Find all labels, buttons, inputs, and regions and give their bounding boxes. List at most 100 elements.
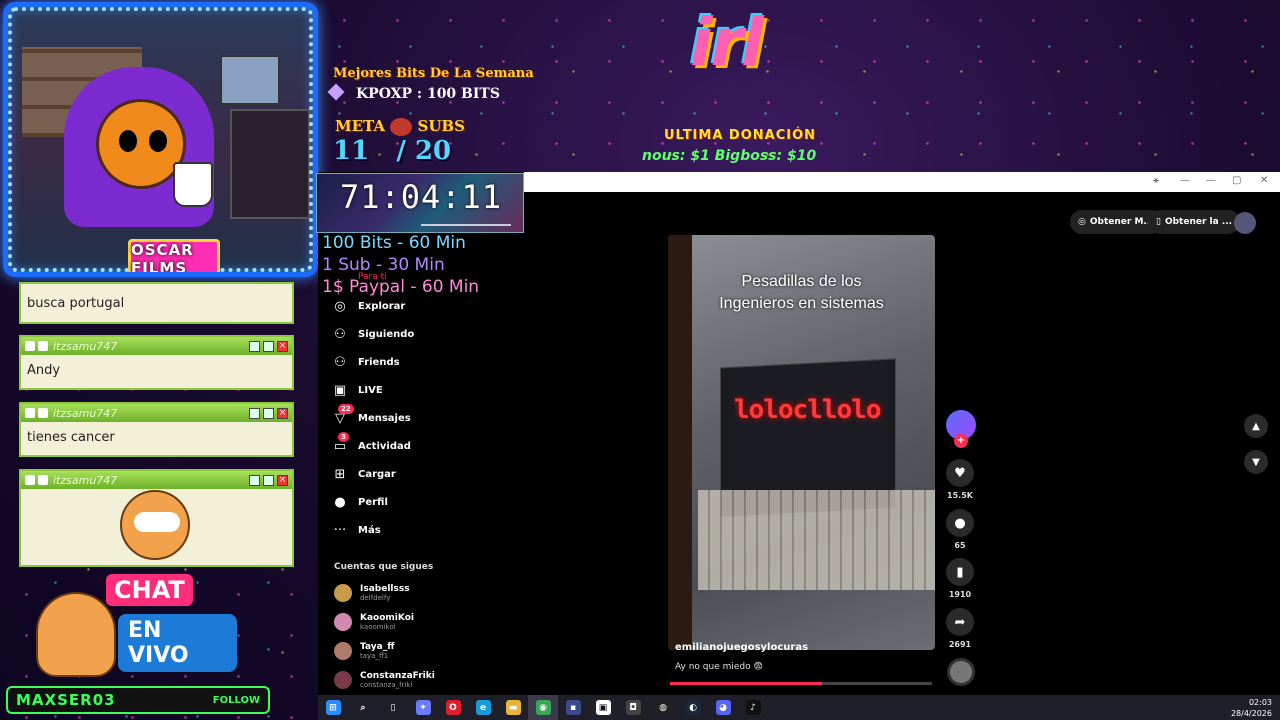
previous-video-button[interactable]: ▲: [1244, 414, 1268, 438]
app-icon: ▪: [565, 700, 581, 715]
comment-icon[interactable]: ●: [946, 509, 974, 537]
taskbar-discord[interactable]: ◕: [708, 695, 738, 720]
chat-en-vivo-badge: CHAT EN VIVO: [32, 572, 237, 682]
clock[interactable]: 02:03 28/4/2026: [1231, 697, 1272, 719]
video-progress[interactable]: [670, 682, 932, 685]
character-icon: [36, 592, 116, 677]
follow-banner: MAXSER03 FOLLOW: [6, 686, 270, 714]
sidebar-item-actividad[interactable]: ▭ 3 Actividad: [332, 432, 411, 456]
streamer-name: MAXSER03: [16, 691, 116, 709]
window-menu-icon[interactable]: —: [1180, 175, 1190, 186]
taskbar-windows[interactable]: ⊞: [318, 695, 348, 720]
maximize-icon: [263, 407, 274, 419]
subathon-timer: 71:04:11: [316, 173, 524, 233]
activity-icon: ▭ 3: [332, 432, 349, 454]
sidebar-item-label: Cargar: [358, 468, 396, 480]
profile-icon: ●: [334, 494, 346, 510]
sidebar-item-friends[interactable]: ⚇ Friends: [332, 352, 399, 372]
taskbar-obs[interactable]: ◍: [648, 695, 678, 720]
music-disc[interactable]: [947, 658, 975, 686]
sidebar-item-perfil[interactable]: ● Perfil: [332, 492, 388, 512]
taskbar-task-view[interactable]: ▯: [378, 695, 408, 720]
sidebar-item-explorar[interactable]: ◎ Explorar: [332, 296, 405, 316]
account-handle: constanza_friki: [360, 681, 413, 689]
following-icon: ⚇: [334, 326, 346, 342]
emote-icon: [120, 490, 190, 560]
task-view-icon: ▯: [390, 702, 396, 713]
badge-icon: [38, 408, 48, 418]
taskbar-vr[interactable]: ◘: [618, 695, 648, 720]
taskbar-copilot[interactable]: ✦: [408, 695, 438, 720]
badge-icon: [38, 475, 48, 485]
taskbar-app[interactable]: ▪: [558, 695, 588, 720]
taskbar-search[interactable]: ⌕: [348, 695, 378, 720]
taskbar-steam[interactable]: ◐: [678, 695, 708, 720]
close-icon: ×: [277, 340, 288, 352]
close-window-icon[interactable]: ✕: [1260, 175, 1268, 186]
creator-avatar[interactable]: +: [946, 410, 976, 448]
close-icon: ×: [277, 407, 288, 419]
action-count: 2691: [948, 640, 972, 649]
live-icon: ▣: [333, 382, 347, 398]
notification-badge: 22: [338, 404, 354, 414]
video-author[interactable]: emilianojuegosylocuras: [675, 642, 808, 653]
upload-icon: ⊞: [334, 466, 346, 482]
following-account[interactable]: Isabellsss delfdelfy: [334, 584, 410, 602]
taskbar-tiktok[interactable]: ♪: [738, 695, 768, 720]
sidebar-item-label: Actividad: [358, 440, 411, 452]
mod-icon: [25, 408, 35, 418]
explorer-icon: ▬: [505, 700, 521, 715]
taskbar-edge[interactable]: e: [468, 695, 498, 720]
next-video-button[interactable]: ▼: [1244, 450, 1268, 474]
account-name: ConstanzaFriki: [360, 671, 435, 681]
share-action[interactable]: ➦ 2691: [946, 608, 974, 649]
vr-icon: ◘: [625, 700, 641, 715]
clock-time: 02:03: [1248, 697, 1272, 707]
sidebar-item-m-s[interactable]: ··· Más: [332, 520, 381, 540]
bits-title: Mejores Bits De La Semana: [333, 66, 534, 81]
video-player[interactable]: lolocllolo Pesadillas de los Ingenieros …: [668, 235, 935, 650]
translate-icon[interactable]: ⚹: [1153, 175, 1159, 186]
windows-icon: ⊞: [325, 700, 341, 715]
bookmark-icon[interactable]: ▮: [946, 558, 974, 586]
discord-icon: ◕: [715, 700, 731, 715]
sidebar-item-live[interactable]: ▣ LIVE: [332, 380, 383, 400]
mod-icon: [25, 341, 35, 351]
taskbar-opera[interactable]: O: [438, 695, 468, 720]
heart-icon[interactable]: ♥: [946, 459, 974, 487]
taskbar-explorer[interactable]: ▬: [498, 695, 528, 720]
edge-icon: e: [475, 700, 491, 715]
following-account[interactable]: Taya_ff taya_ff1: [334, 642, 395, 660]
taskbar-chrome[interactable]: ◉: [528, 695, 558, 720]
sidebar-item-label: Siguiendo: [358, 328, 415, 340]
chat-message: itzsamu747 × Andy: [19, 335, 294, 390]
following-account[interactable]: ConstanzaFriki constanza_friki: [334, 671, 435, 689]
compass-icon: ◎: [1078, 217, 1086, 227]
maximize-window-icon[interactable]: ▢: [1232, 175, 1241, 186]
account-handle: taya_ff1: [360, 652, 389, 660]
avatar: [334, 584, 352, 602]
follow-plus-button[interactable]: +: [954, 434, 968, 448]
following-account[interactable]: KaoomiKoi kaoomikoi: [334, 613, 414, 631]
chat-text: tienes cancer: [27, 430, 115, 445]
get-desktop-button[interactable]: ▯ Obtener la ...: [1148, 210, 1241, 234]
bookmark-action[interactable]: ▮ 1910: [946, 558, 974, 599]
account-handle: kaoomikoi: [360, 623, 396, 631]
sidebar-item-label: LIVE: [358, 384, 383, 396]
chat-text: busca portugal: [27, 296, 125, 311]
comment-action[interactable]: ● 65: [946, 509, 974, 550]
heart-action[interactable]: ♥ 15.5K: [946, 459, 974, 500]
account-name: Isabellsss: [360, 584, 410, 594]
sidebar-item-cargar[interactable]: ⊞ Cargar: [332, 464, 396, 484]
avatar: [334, 613, 352, 631]
share-icon[interactable]: ➦: [946, 608, 974, 636]
taskbar-capcut[interactable]: ▣: [588, 695, 618, 720]
user-avatar[interactable]: [1234, 212, 1256, 234]
sidebar-item-mensajes[interactable]: ▽ 22 Mensajes: [332, 404, 411, 428]
sidebar-item-siguiendo[interactable]: ⚇ Siguiendo: [332, 324, 414, 344]
copilot-icon: ✦: [415, 700, 431, 715]
maximize-icon: [263, 474, 274, 486]
chevron-up-icon: ▲: [1252, 420, 1260, 432]
minimize-window-icon[interactable]: —: [1206, 175, 1216, 186]
account-name: Taya_ff: [360, 642, 395, 652]
